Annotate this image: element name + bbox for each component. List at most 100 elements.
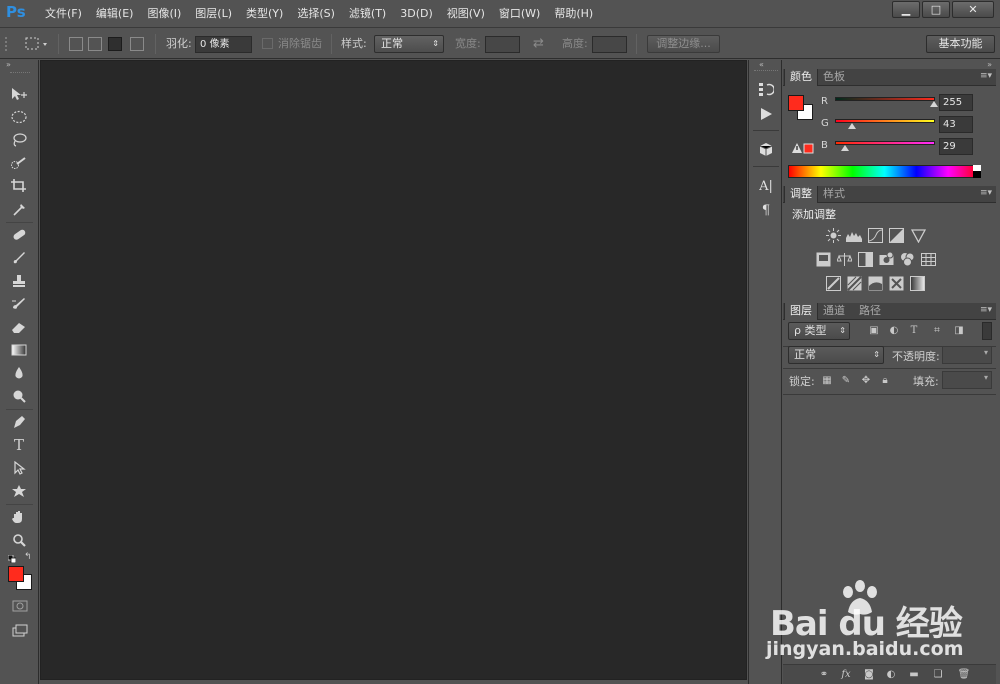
tab-swatches[interactable]: 色板 [818, 69, 850, 86]
subtract-selection-icon[interactable] [108, 37, 122, 51]
menu-item[interactable]: 图层(L) [188, 0, 239, 28]
filter-toggle[interactable] [982, 322, 992, 340]
threshold-icon[interactable] [868, 276, 883, 291]
3d-icon[interactable] [754, 138, 778, 160]
brush-icon[interactable] [6, 248, 32, 268]
r-slider[interactable] [835, 97, 935, 101]
refine-edge-button[interactable]: 调整边缘... [647, 35, 720, 53]
hand-icon[interactable] [6, 507, 32, 527]
tab-layers[interactable]: 图层 [784, 303, 818, 320]
black-white-icon[interactable] [858, 252, 873, 267]
color-balance-icon[interactable] [836, 252, 853, 267]
clone-stamp-icon[interactable] [6, 271, 32, 291]
maximize-button[interactable]: □ [922, 1, 950, 18]
width-input[interactable] [485, 36, 520, 53]
elliptical-marquee-icon[interactable] [6, 107, 32, 127]
lasso-icon[interactable] [6, 130, 32, 150]
foreground-color-swatch[interactable] [8, 566, 24, 582]
tab-styles[interactable]: 样式 [818, 186, 850, 203]
b-value[interactable]: 29 [939, 138, 973, 155]
blur-icon[interactable] [6, 363, 32, 383]
photo-filter-icon[interactable] [879, 251, 894, 267]
color-spectrum-bar[interactable] [788, 165, 981, 178]
panel-menu-icon[interactable]: ≡▾ [980, 71, 992, 81]
invert-icon[interactable] [826, 276, 841, 291]
menu-item[interactable]: 滤镜(T) [342, 0, 393, 28]
levels-icon[interactable] [846, 228, 862, 243]
menu-item[interactable]: 帮助(H) [547, 0, 600, 28]
hue-saturation-icon[interactable] [816, 252, 831, 267]
marquee-preset-icon[interactable] [24, 29, 50, 59]
new-selection-icon[interactable] [69, 37, 83, 51]
add-selection-icon[interactable] [88, 37, 102, 51]
zoom-icon[interactable] [6, 530, 32, 550]
color-fg-swatch[interactable] [788, 95, 804, 111]
spectrum-black[interactable] [973, 171, 981, 178]
r-slider-thumb[interactable] [930, 101, 938, 107]
filter-type-icon[interactable]: T [908, 325, 920, 337]
character-panel-icon[interactable]: A| [754, 176, 778, 198]
history-icon[interactable] [754, 78, 778, 100]
tab-adjustments[interactable]: 调整 [784, 186, 818, 203]
filter-shape-icon[interactable]: ⌗ [931, 325, 943, 337]
g-value[interactable]: 43 [939, 116, 973, 133]
type-icon[interactable]: T [6, 435, 32, 455]
pen-icon[interactable] [6, 412, 32, 432]
quick-mask-icon[interactable] [12, 600, 28, 612]
intersect-selection-icon[interactable] [130, 37, 144, 51]
vibrance-icon[interactable] [910, 228, 927, 244]
menu-item[interactable]: 窗口(W) [492, 0, 547, 28]
layer-filter-select[interactable]: ρ 类型 ⇕ [788, 322, 850, 340]
tab-paths[interactable]: 路径 [854, 303, 886, 320]
new-layer-icon[interactable]: ❏ [931, 668, 945, 682]
minimize-button[interactable]: ▁ [892, 1, 920, 18]
collapse-icon[interactable]: » [6, 60, 11, 69]
height-input[interactable] [592, 36, 627, 53]
lock-all-icon[interactable]: 🔒︎ [879, 375, 891, 387]
eraser-icon[interactable] [6, 317, 32, 337]
gamut-warning-icon[interactable] [792, 142, 814, 154]
panel-menu-icon[interactable]: ≡▾ [980, 305, 992, 315]
fill-input[interactable]: ▾ [942, 371, 992, 389]
fx-icon[interactable]: fx [839, 668, 853, 682]
style-select[interactable]: 正常 ⇕ [374, 35, 444, 53]
gradient-map-icon[interactable] [910, 276, 925, 291]
curves-icon[interactable] [868, 228, 883, 243]
history-brush-icon[interactable] [6, 294, 32, 314]
collapse-icon[interactable]: » [987, 60, 992, 69]
new-adjustment-icon[interactable]: ◐ [884, 668, 898, 682]
antialias-checkbox[interactable] [262, 38, 273, 49]
workspace-button[interactable]: 基本功能 [926, 35, 995, 53]
tab-channels[interactable]: 通道 [818, 303, 850, 320]
menu-item[interactable]: 编辑(E) [89, 0, 141, 28]
tab-color[interactable]: 颜色 [784, 69, 818, 86]
custom-shape-icon[interactable] [6, 481, 32, 501]
move-tool-icon[interactable] [6, 84, 32, 104]
feather-input[interactable]: 0 像素 [195, 36, 252, 53]
link-layers-icon[interactable]: ⚭ [817, 668, 831, 682]
layer-list[interactable] [783, 394, 996, 664]
selective-color-icon[interactable] [889, 276, 904, 291]
screen-mode-icon[interactable] [12, 624, 28, 638]
document-canvas[interactable] [40, 60, 747, 680]
r-value[interactable]: 255 [939, 94, 973, 111]
panel-menu-icon[interactable]: ≡▾ [980, 188, 992, 198]
collapse-icon[interactable]: « [759, 60, 764, 69]
lock-image-icon[interactable]: ✎ [840, 375, 852, 387]
opacity-input[interactable]: ▾ [942, 346, 992, 364]
b-slider[interactable] [835, 141, 935, 145]
quick-select-icon[interactable] [6, 153, 32, 173]
brightness-icon[interactable] [826, 228, 841, 243]
lock-transparent-icon[interactable]: ▦ [821, 375, 833, 387]
path-select-icon[interactable] [6, 458, 32, 478]
swap-colors-icon[interactable]: ↰ [24, 552, 32, 562]
swap-dimensions-icon[interactable]: ⇄ [533, 29, 544, 59]
exposure-icon[interactable] [889, 228, 904, 243]
dodge-icon[interactable] [6, 386, 32, 406]
filter-smart-object-icon[interactable]: ◨ [953, 325, 965, 337]
color-lookup-icon[interactable] [921, 252, 936, 267]
gradient-icon[interactable] [6, 340, 32, 360]
delete-layer-icon[interactable]: 🗑︎ [957, 668, 971, 682]
menu-item[interactable]: 选择(S) [290, 0, 342, 28]
healing-brush-icon[interactable] [6, 225, 32, 245]
